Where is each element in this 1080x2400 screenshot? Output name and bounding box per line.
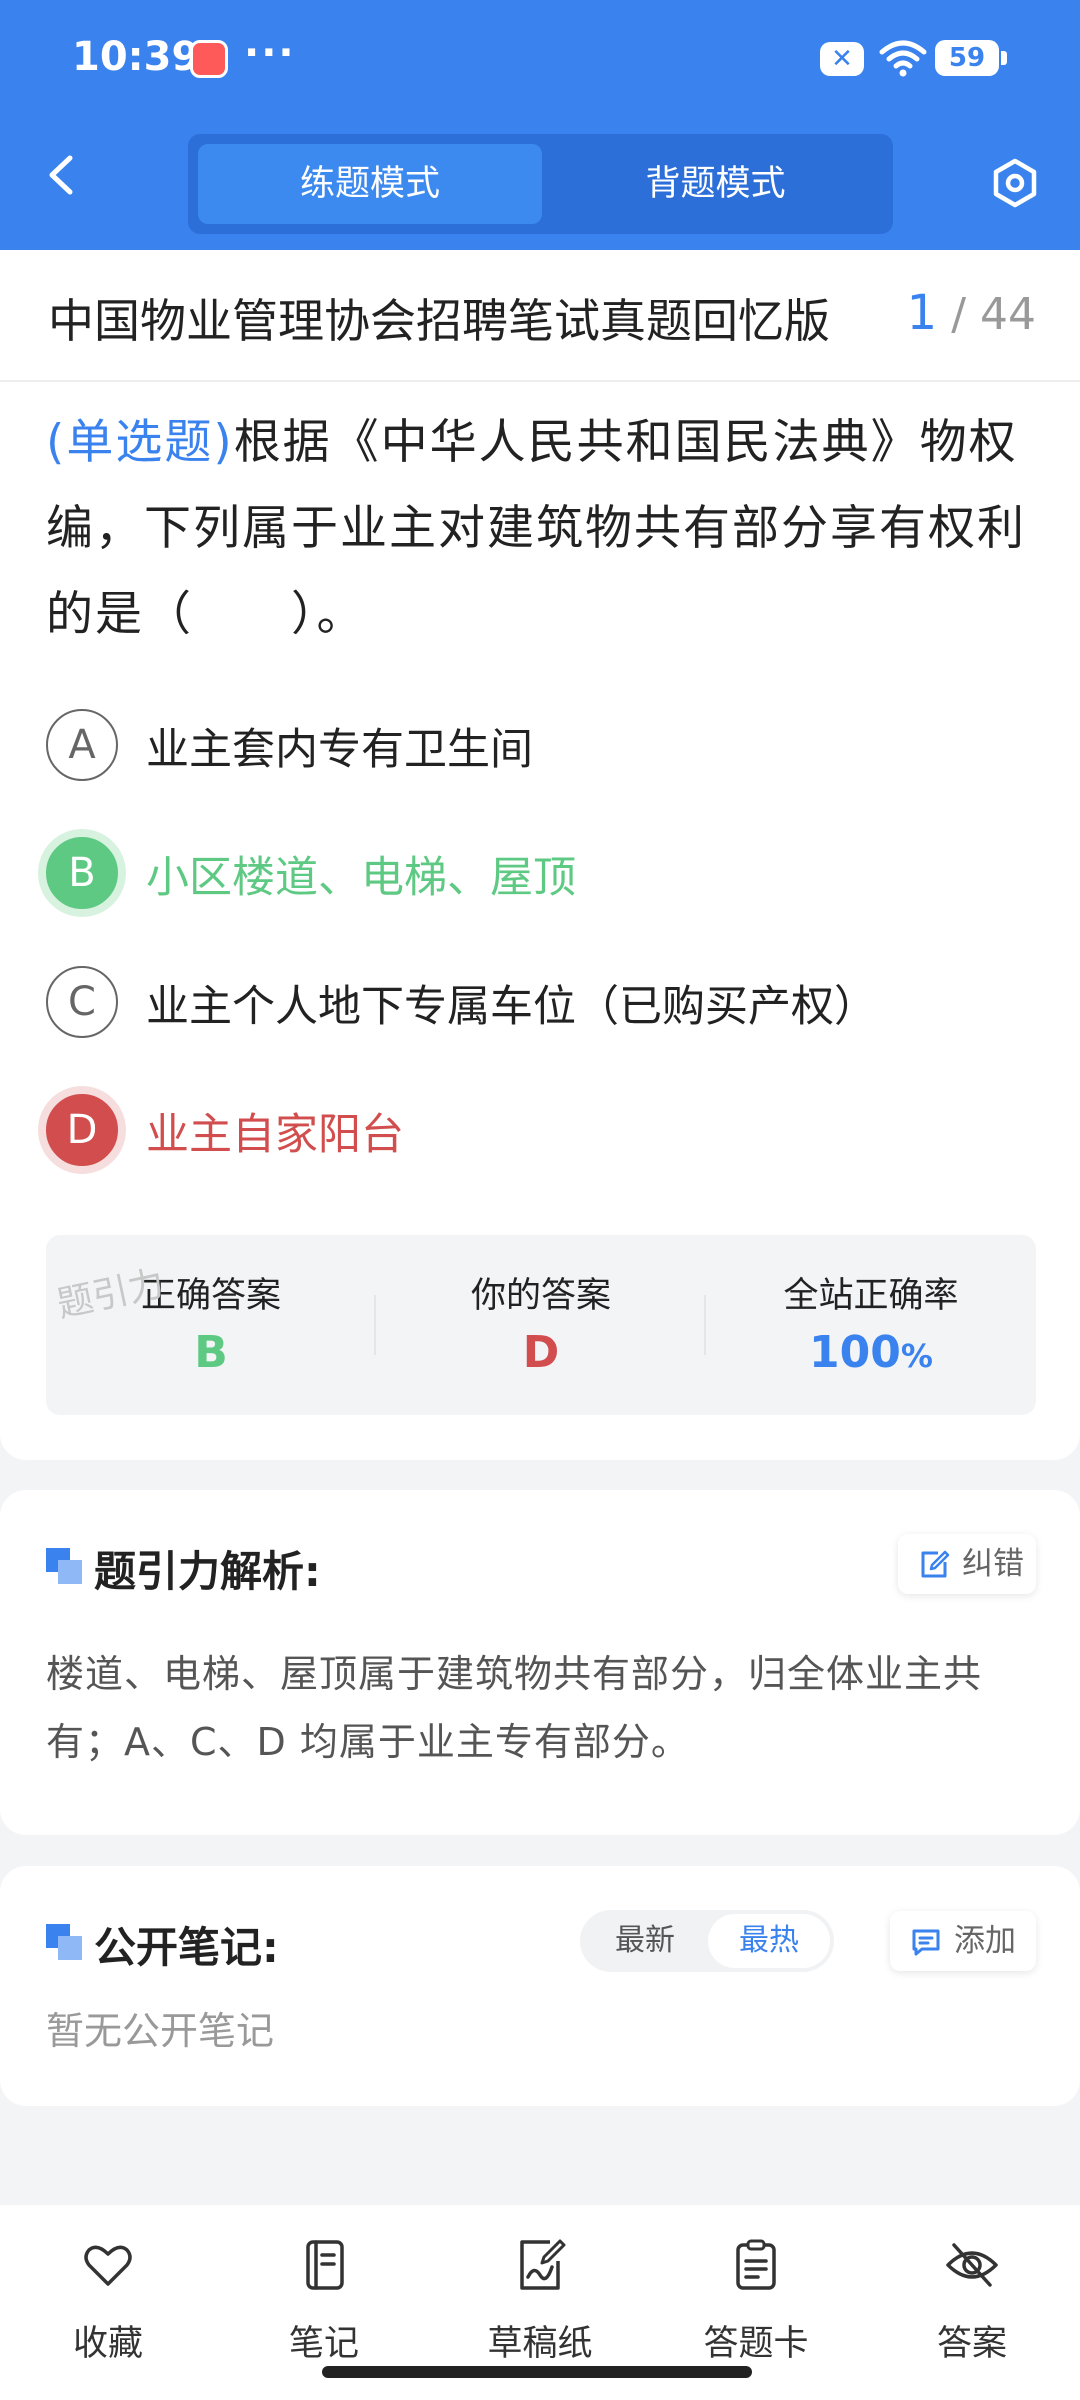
divider <box>0 380 1080 382</box>
option-letter: C <box>46 966 118 1038</box>
notes-label: 笔记 <box>288 2324 359 2364</box>
favorite-label: 收藏 <box>72 2324 143 2364</box>
draft-paper-icon <box>520 2239 566 2290</box>
your-answer-stat: 你的答案 D <box>376 1235 706 1415</box>
answer-sheet-button[interactable]: 答题卡 <box>648 2227 864 2367</box>
edit-icon <box>921 1550 950 1578</box>
settings-icon[interactable] <box>990 158 1040 208</box>
your-answer-value: D <box>522 1327 560 1378</box>
draft-paper-label: 草稿纸 <box>487 2324 593 2364</box>
notes-button[interactable]: 笔记 <box>216 2227 432 2367</box>
correct-answer-stat: 正确答案 B <box>46 1235 376 1415</box>
report-error-label: 纠错 <box>962 1546 1024 1582</box>
option-d[interactable]: D 业主自家阳台 <box>46 1090 1046 1176</box>
accuracy-rate-label: 全站正确率 <box>783 1276 959 1316</box>
answer-stats: 正确答案 B 你的答案 D 全站正确率 100% <box>46 1235 1036 1415</box>
notebook-icon <box>306 2240 344 2290</box>
option-text: 业主套内专有卫生间 <box>146 725 533 775</box>
add-note-label: 添加 <box>954 1923 1016 1959</box>
option-a[interactable]: A 业主套内专有卫生间 <box>46 705 1046 791</box>
heart-icon <box>84 2245 132 2286</box>
sort-latest-tab[interactable]: 最新 <box>584 1914 706 1968</box>
analysis-title: 题引力解析: <box>94 1547 321 1596</box>
option-text: 业主个人地下专属车位（已购买产权） <box>146 982 877 1032</box>
app-header: 10:39 ··· ✕ 59 练题模式 背题模式 <box>0 0 1080 250</box>
accuracy-rate-unit: % <box>900 1337 933 1375</box>
answer-sheet-label: 答题卡 <box>703 2324 809 2364</box>
notes-sort-toggle: 最新 最热 <box>580 1910 834 1972</box>
tab-recite-mode[interactable]: 背题模式 <box>548 144 883 224</box>
your-answer-label: 你的答案 <box>470 1276 611 1316</box>
network-off-icon: ✕ <box>820 42 864 76</box>
option-text: 业主自家阳台 <box>146 1110 404 1160</box>
mode-toggle: 练题模式 背题模式 <box>188 134 893 234</box>
sort-hot-tab[interactable]: 最热 <box>708 1914 830 1968</box>
answer-sheet-icon <box>736 2239 776 2290</box>
option-letter: B <box>46 837 118 909</box>
total-questions: / 44 <box>951 289 1036 340</box>
question-type: (单选题) <box>46 415 234 470</box>
app-notification-icon <box>190 40 228 78</box>
accuracy-rate-value: 100% <box>706 1327 1036 1378</box>
section-icon <box>46 1548 82 1584</box>
show-answer-button[interactable]: 答案 <box>864 2227 1080 2367</box>
status-bar: 10:39 ··· ✕ 59 <box>0 0 1080 120</box>
public-notes-title: 公开笔记: <box>94 1923 279 1972</box>
correct-answer-value: B <box>194 1327 228 1378</box>
show-answer-label: 答案 <box>936 2324 1007 2364</box>
draft-paper-button[interactable]: 草稿纸 <box>432 2227 648 2367</box>
current-question-number: 1 <box>906 285 938 341</box>
accuracy-rate-stat: 全站正确率 100% <box>706 1235 1036 1415</box>
add-note-button[interactable]: 添加 <box>890 1911 1036 1971</box>
tab-practice-mode[interactable]: 练题模式 <box>198 144 542 224</box>
back-icon[interactable] <box>38 150 88 200</box>
eye-off-icon <box>946 2243 998 2287</box>
question-stem: (单选题)根据《中华人民共和国民法典》物权编，下列属于业主对建筑物共有部分享有权… <box>46 400 1046 658</box>
report-error-button[interactable]: 纠错 <box>898 1534 1036 1594</box>
option-b[interactable]: B 小区楼道、电梯、屋顶 <box>46 833 1046 919</box>
option-letter: D <box>46 1094 118 1166</box>
comment-icon <box>912 1929 940 1956</box>
favorite-button[interactable]: 收藏 <box>0 2227 216 2367</box>
paper-title: 中国物业管理协会招聘笔试真题回忆版 <box>48 294 830 348</box>
status-time: 10:39 <box>72 34 200 80</box>
wifi-icon <box>879 40 927 77</box>
home-indicator[interactable] <box>322 2366 752 2378</box>
battery-indicator: 59 <box>935 40 1007 76</box>
empty-notes-text: 暂无公开笔记 <box>46 2009 275 2053</box>
option-letter: A <box>46 709 118 781</box>
section-icon <box>46 1924 82 1960</box>
analysis-text: 楼道、电梯、屋顶属于建筑物共有部分，归全体业主共有；A、C、D 均属于业主专有部… <box>46 1652 983 1764</box>
question-counter: 1 / 44 <box>907 285 1036 341</box>
status-more-indicator: ··· <box>244 30 296 76</box>
option-c[interactable]: C 业主个人地下专属车位（已购买产权） <box>46 962 1046 1048</box>
option-text: 小区楼道、电梯、屋顶 <box>146 853 576 903</box>
accuracy-rate-number: 100 <box>809 1327 901 1378</box>
public-notes-card <box>0 1866 1080 2106</box>
